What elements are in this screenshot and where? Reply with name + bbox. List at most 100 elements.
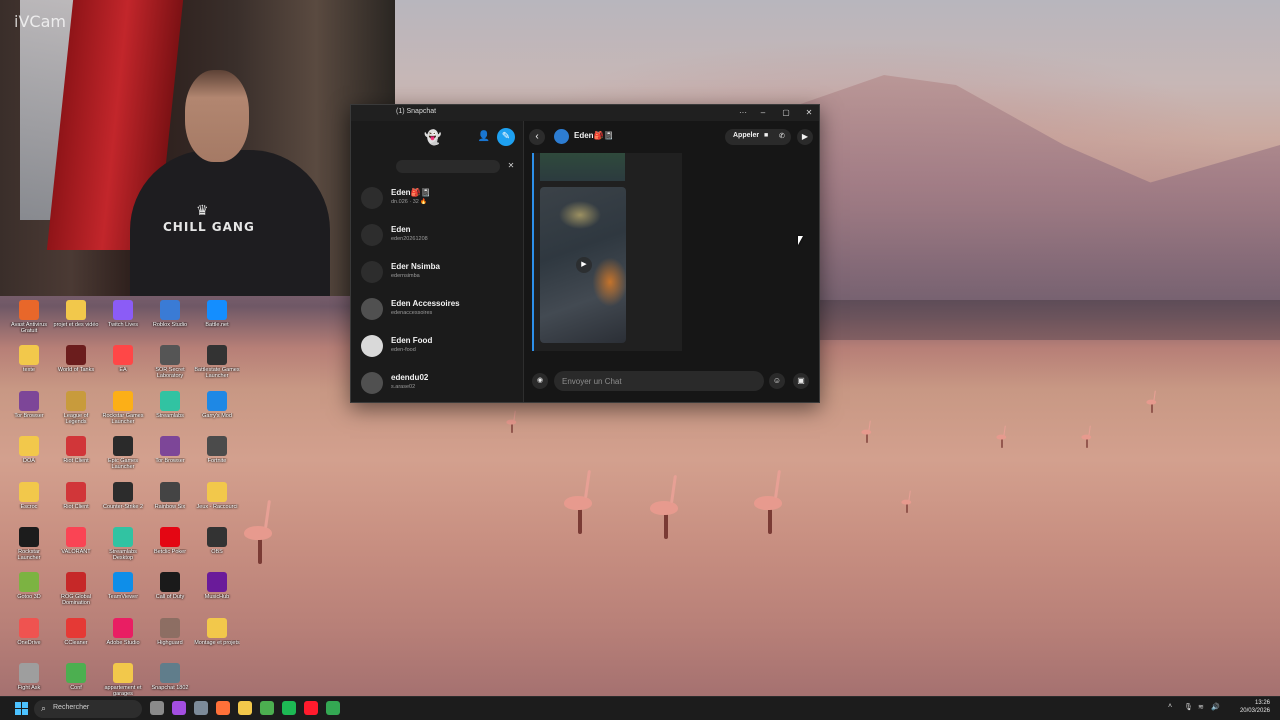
task-view-icon[interactable] [150, 701, 164, 715]
search-input[interactable] [396, 160, 537, 173]
chrome-2-icon[interactable] [326, 701, 340, 715]
desktop-icon[interactable]: Streamlabs [147, 390, 193, 435]
desktop-icon[interactable]: Highguard [147, 617, 193, 662]
camera-icon[interactable]: ◉ [532, 373, 548, 389]
microphone-icon[interactable]: 🎙 [1184, 703, 1193, 711]
desktop-icon[interactable]: Gotoo 3D [6, 572, 52, 616]
desktop-icon[interactable]: DOA [6, 436, 52, 480]
desktop-icon[interactable]: Fortnite [194, 436, 240, 480]
desktop-icon[interactable]: Riot Client [53, 481, 99, 526]
chat-list-item[interactable]: Eden Accessoires edenaccessoires [351, 292, 523, 329]
desktop-icon[interactable]: Rainbow Six [147, 481, 193, 526]
desktop-icon[interactable]: OneDrive [6, 617, 52, 662]
desktop-icon[interactable]: Garry's Mod [194, 390, 240, 435]
desktop-icon[interactable]: Escroc [6, 481, 52, 526]
chat-list-item[interactable]: Eder Nsimba edernsimba [351, 255, 523, 292]
firefox-icon[interactable] [216, 701, 230, 715]
app-icon [113, 572, 133, 593]
chrome-icon[interactable] [260, 701, 274, 715]
desktop-icon[interactable]: Montage et projets [194, 617, 240, 662]
desktop-icon[interactable]: Epic Games Launcher [100, 436, 146, 480]
opera-icon[interactable] [304, 701, 318, 715]
desktop-icon[interactable]: Twitch Lives [100, 300, 146, 344]
sticker-icon[interactable]: ▣ [793, 373, 809, 389]
clock-date[interactable]: 20/03/2026 [1227, 708, 1270, 714]
snapchat-ghost-icon[interactable]: 👻 [424, 129, 441, 145]
desktop-icon[interactable]: SOR Secret Laboratory [147, 345, 193, 389]
desktop-icon[interactable]: Adobe Studio [100, 617, 146, 662]
video-message[interactable]: ▶ [540, 187, 626, 343]
media-thumbnail[interactable] [540, 153, 625, 181]
desktop-icon[interactable]: CCleaner [53, 617, 99, 662]
maximize-button[interactable]: ▢ [778, 107, 794, 119]
desktop-icon[interactable]: VALORANT [53, 527, 99, 571]
desktop-icon[interactable]: Rockstar Games Launcher [100, 390, 146, 435]
desktop-icon[interactable]: TeamViewer [100, 572, 146, 616]
app-icon [66, 663, 86, 684]
desktop-icon[interactable]: Counter-Strike 2 [100, 481, 146, 526]
more-options-icon[interactable]: ··· [735, 107, 751, 119]
desktop-icon[interactable]: Streamlabs Desktop [100, 527, 146, 571]
new-chat-button[interactable]: ✎ [497, 128, 515, 146]
back-button[interactable]: ‹ [529, 129, 545, 145]
send-icon[interactable]: ▶ [797, 129, 813, 145]
desktop-icon[interactable]: projet et des vidéo [53, 300, 99, 344]
flamingo [901, 499, 912, 513]
chat-input[interactable] [554, 371, 764, 391]
app-icon [160, 663, 180, 684]
clear-search-icon[interactable]: ✕ [506, 161, 516, 171]
desktop-icon[interactable]: Avast Antivirus Gratuit [6, 300, 52, 344]
spotify-icon[interactable] [282, 701, 296, 715]
app-icon [66, 572, 86, 593]
wifi-icon[interactable]: ≋ [1198, 703, 1204, 711]
app-icon [19, 572, 39, 593]
chat-list-item[interactable]: Eden🎒📓 dn.026 · 32 🔥 [351, 181, 523, 218]
chat-list-item[interactable]: Eden eden20261208 [351, 218, 523, 255]
settings-icon[interactable] [194, 701, 208, 715]
minimize-button[interactable]: – [755, 107, 771, 119]
play-icon[interactable]: ▶ [576, 257, 592, 273]
avatar[interactable] [554, 129, 569, 144]
file-explorer-icon[interactable] [238, 701, 252, 715]
conversation-name[interactable]: Eden🎒📓 [574, 131, 613, 140]
search-placeholder: Rechercher [53, 704, 90, 711]
chat-list-item[interactable]: edendu02 s.arase02 [351, 366, 523, 402]
desktop-icon[interactable]: Battle.net [194, 300, 240, 344]
desktop-icon[interactable]: Riot Client [53, 436, 99, 480]
desktop-icon[interactable]: Jeux - Raccourci [194, 481, 240, 526]
desktop-icon[interactable]: MusicHub [194, 572, 240, 616]
desktop-icon-label: Counter-Strike 2 [102, 503, 144, 510]
chevron-up-icon[interactable]: ˄ [1168, 703, 1172, 710]
desktop-icon[interactable]: ROG Global Domination [53, 572, 99, 616]
desktop-icon-label: Escroc [20, 503, 38, 510]
video-call-icon[interactable]: ■ [764, 132, 768, 139]
windows-start-icon[interactable] [15, 702, 29, 716]
clock-time[interactable]: 13:26 [1240, 700, 1270, 706]
desktop-icon[interactable]: Battlestate Games Launcher [194, 345, 240, 389]
taskbar-search[interactable]: ⌕ Rechercher [34, 700, 142, 718]
desktop-icon[interactable]: Call of Duty [147, 572, 193, 616]
add-friend-icon[interactable]: 👤 [477, 130, 491, 144]
desktop-icon[interactable]: Roblox Studio [147, 300, 193, 344]
messenger-icon[interactable] [172, 701, 186, 715]
desktop-icon[interactable]: Tor Browser [6, 390, 52, 435]
title-bar[interactable]: (1) Snapchat ··· – ▢ ✕ [351, 105, 819, 121]
chat-list-item[interactable]: Eden Food eden-food [351, 329, 523, 366]
desktop-icon-label: VALORANT [61, 549, 91, 555]
desktop-icon[interactable]: World of Tanks [53, 345, 99, 389]
desktop-icon[interactable]: Betclic Poker [147, 527, 193, 571]
desktop-icon[interactable]: texte [6, 345, 52, 389]
phone-icon[interactable]: ✆ [779, 132, 785, 140]
desktop-icon[interactable]: EA [100, 345, 146, 389]
desktop-icon[interactable]: Rockstar Launcher [6, 527, 52, 571]
desktop-icon[interactable]: OBS [194, 527, 240, 571]
call-button[interactable]: Appeler ■ ✆ [725, 129, 791, 145]
app-icon [19, 390, 39, 411]
desktop-icon[interactable]: League of Legends [53, 390, 99, 435]
close-button[interactable]: ✕ [801, 107, 817, 119]
desktop-icon[interactable]: Tor Browser [147, 436, 193, 480]
conversation-header: ‹ Eden🎒📓 Appeler ■ ✆ ▶ [524, 121, 819, 153]
volume-icon[interactable]: 🔊 [1211, 703, 1220, 711]
emoji-icon[interactable]: ☺ [769, 373, 785, 389]
chat-sidebar: 👻 👤 ✎ ✕ Eden🎒📓 dn.026 · 32 🔥 Eden eden20261… [351, 121, 537, 402]
